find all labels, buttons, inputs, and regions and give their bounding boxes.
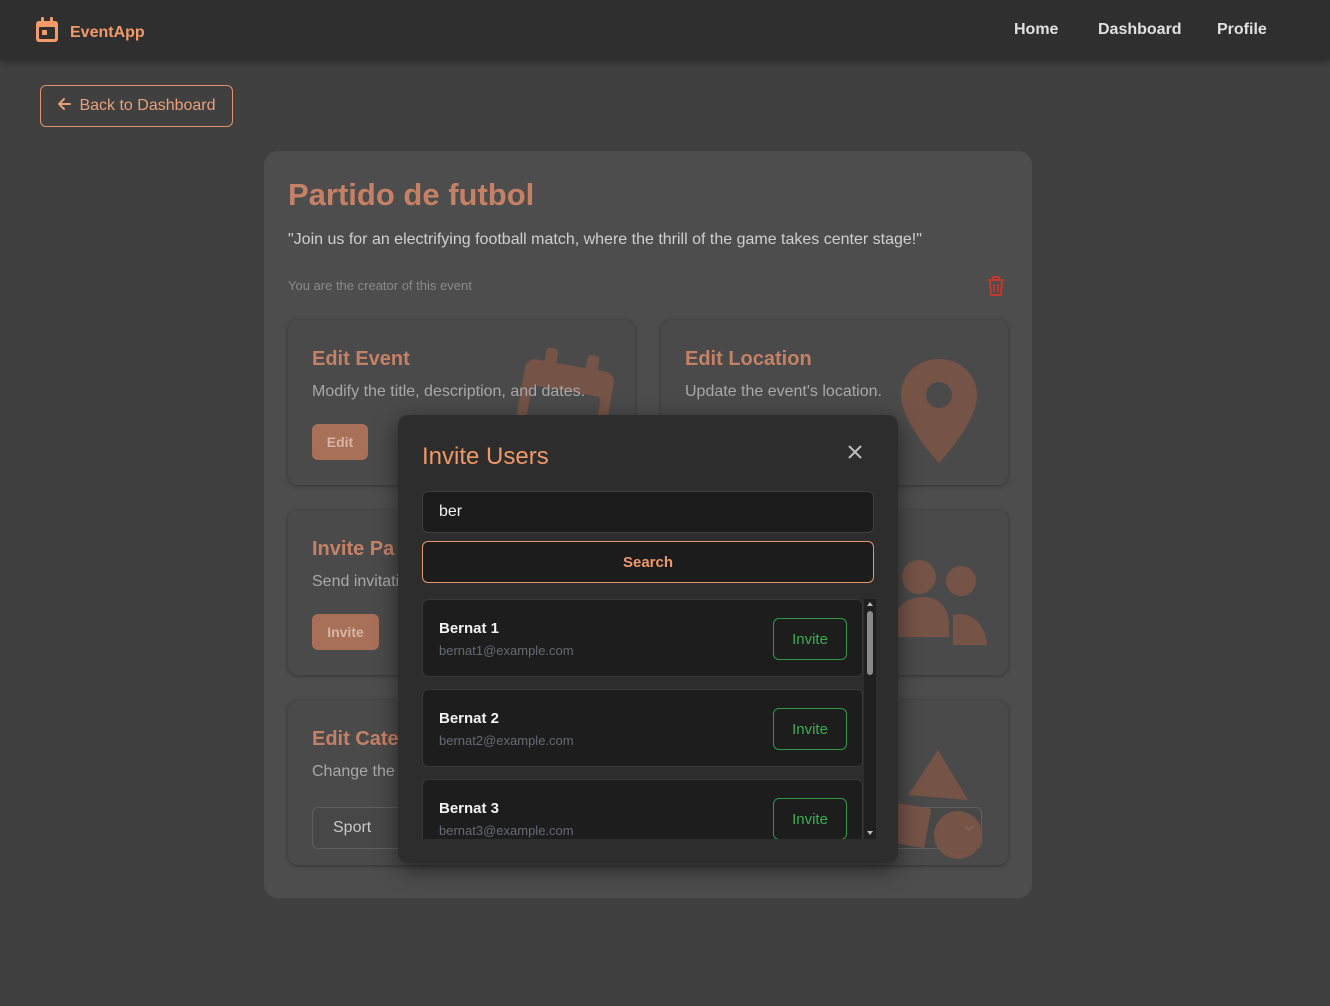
event-description: "Join us for an electrifying football ma… [288,231,922,248]
edit-category-title: Edit Cate [312,728,399,750]
brand[interactable]: EventApp [34,16,145,49]
arrow-left-icon [57,97,72,116]
calendar-icon [34,16,60,49]
invite-users-modal: Invite Users Search Bernat 1 bernat1@exa… [398,415,898,863]
search-button[interactable]: Search [422,541,874,583]
invite-desc: Send invitati [312,573,400,590]
invite-participants-button[interactable]: Invite [312,614,379,650]
invite-user-button[interactable]: Invite [773,798,847,839]
list-item: Bernat 2 bernat2@example.com Invite [422,689,863,767]
users-icon [893,560,987,645]
list-item: Bernat 1 bernat1@example.com Invite [422,599,863,677]
list-item: Bernat 3 bernat3@example.com Invite [422,779,863,839]
top-navbar: EventApp Home Dashboard Profile [0,0,1330,60]
back-to-dashboard-button[interactable]: Back to Dashboard [40,85,233,127]
modal-title: Invite Users [422,443,549,470]
edit-event-button[interactable]: Edit [312,424,368,460]
category-select-value: Sport [333,819,372,836]
results-scrollbar[interactable] [864,599,876,839]
trash-icon[interactable] [986,275,1006,302]
edit-category-desc: Change the [312,763,395,780]
user-email: bernat2@example.com [439,733,574,748]
close-icon[interactable] [848,445,862,464]
user-name: Bernat 2 [439,710,500,727]
results-list[interactable]: Bernat 1 bernat1@example.com Invite Bern… [422,599,876,839]
nav-dashboard[interactable]: Dashboard [1098,21,1182,39]
brand-name: EventApp [70,23,145,41]
invite-user-button[interactable]: Invite [773,708,847,750]
search-input[interactable] [422,491,874,533]
nav-profile[interactable]: Profile [1217,21,1267,39]
edit-event-title: Edit Event [312,348,410,370]
edit-location-desc: Update the event's location. [685,383,882,400]
user-email: bernat1@example.com [439,643,574,658]
event-title: Partido de futbol [288,177,535,212]
map-pin-icon [901,359,977,463]
scroll-up-icon[interactable] [866,600,874,608]
back-button-label: Back to Dashboard [79,97,216,114]
invite-title: Invite Pa [312,538,395,560]
scroll-down-icon[interactable] [866,829,874,837]
user-name: Bernat 3 [439,800,500,817]
edit-location-title: Edit Location [685,348,812,370]
nav-home[interactable]: Home [1014,21,1058,39]
user-name: Bernat 1 [439,620,500,637]
scroll-thumb[interactable] [867,611,873,675]
edit-event-desc: Modify the title, description, and dates… [312,383,586,400]
user-email: bernat3@example.com [439,823,574,838]
creator-note: You are the creator of this event [288,278,472,293]
shapes-icon [888,750,982,859]
invite-user-button[interactable]: Invite [773,618,847,660]
